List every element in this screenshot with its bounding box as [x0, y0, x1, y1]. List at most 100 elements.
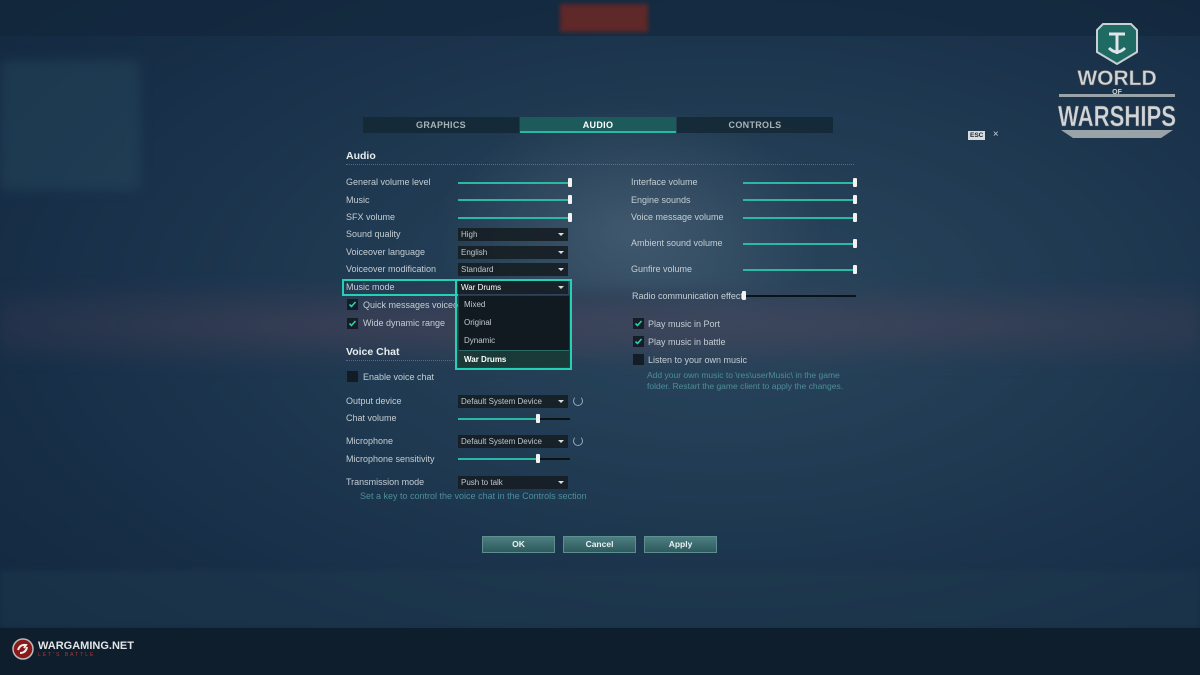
slider-handle[interactable] — [568, 178, 572, 187]
own-music-checkbox[interactable] — [633, 354, 644, 365]
voice-chat-hint: Set a key to control the voice chat in t… — [360, 491, 587, 501]
engine-sounds-slider[interactable] — [743, 195, 857, 204]
checkmark-icon — [348, 320, 357, 327]
audio-heading: Audio — [346, 150, 376, 162]
interface-volume-slider[interactable] — [743, 178, 857, 187]
gunfire-volume-slider[interactable] — [743, 265, 857, 274]
voiceover-modification-label: Voiceover modification — [346, 264, 437, 274]
chevron-down-icon — [558, 268, 564, 271]
engine-sounds-label: Engine sounds — [631, 195, 691, 205]
cancel-button[interactable]: Cancel — [563, 536, 636, 553]
slider-handle[interactable] — [568, 213, 572, 222]
dropdown-value: Standard — [461, 265, 494, 274]
sfx-volume-slider[interactable] — [458, 213, 572, 222]
chevron-down-icon — [558, 251, 564, 254]
mic-sensitivity-slider[interactable] — [458, 454, 570, 463]
music-mode-highlight-label — [342, 279, 458, 296]
slider-handle[interactable] — [535, 454, 540, 463]
own-music-label: Listen to your own music — [648, 355, 748, 365]
wargaming-emblem-icon — [12, 638, 34, 660]
checkmark-icon — [634, 338, 643, 345]
sound-quality-label: Sound quality — [346, 229, 401, 239]
esc-key-label: ESC — [968, 131, 986, 140]
quick-messages-checkbox[interactable] — [347, 299, 358, 310]
radio-effect-label: Radio communication effect — [632, 291, 743, 301]
slider-handle[interactable] — [742, 291, 746, 300]
sfx-volume-label: SFX volume — [346, 212, 396, 222]
play-music-battle-label: Play music in battle — [648, 337, 726, 347]
svg-text:WARSHIPS: WARSHIPS — [1058, 101, 1176, 133]
dropdown-value: Push to talk — [461, 478, 503, 487]
play-music-port-label: Play music in Port — [648, 319, 721, 329]
general-volume-slider[interactable] — [458, 178, 572, 187]
play-music-port-checkbox[interactable] — [633, 318, 644, 329]
voiceover-language-dropdown[interactable]: English — [458, 246, 568, 259]
wargaming-tagline: LET'S BATTLE — [38, 652, 96, 658]
enable-voice-chat-label: Enable voice chat — [363, 372, 435, 382]
voiceover-language-label: Voiceover language — [346, 247, 426, 257]
chevron-down-icon — [558, 233, 564, 236]
ambient-sound-label: Ambient sound volume — [631, 238, 723, 248]
apply-button[interactable]: Apply — [644, 536, 717, 553]
svg-text:WORLD: WORLD — [1077, 67, 1156, 90]
music-slider[interactable] — [458, 195, 572, 204]
chevron-down-icon — [558, 481, 564, 484]
slider-handle[interactable] — [853, 178, 857, 187]
overlay-dim — [0, 0, 1200, 675]
refresh-output-icon[interactable] — [573, 396, 583, 406]
tab-audio[interactable]: AUDIO — [520, 117, 676, 133]
microphone-label: Microphone — [346, 436, 394, 446]
sound-quality-dropdown[interactable]: High — [458, 228, 568, 241]
tab-graphics[interactable]: GRAPHICS — [363, 117, 519, 133]
world-of-warships-logo: WORLD OF WARSHIPS — [1055, 22, 1179, 142]
dropdown-value: High — [461, 230, 478, 239]
chat-volume-label: Chat volume — [346, 413, 397, 423]
dropdown-value: Default System Device — [461, 397, 542, 406]
wide-dynamic-range-label: Wide dynamic range — [363, 318, 446, 328]
dropdown-value: English — [461, 248, 488, 257]
music-mode-highlight-dropdown — [455, 279, 572, 370]
close-icon: × — [992, 129, 999, 140]
play-music-battle-checkbox[interactable] — [633, 336, 644, 347]
music-label: Music — [346, 195, 370, 205]
interface-volume-label: Interface volume — [631, 177, 698, 187]
footer-bar — [0, 628, 1200, 675]
tab-controls[interactable]: CONTROLS — [677, 117, 833, 133]
voiceover-modification-dropdown[interactable]: Standard — [458, 263, 568, 276]
chat-volume-slider[interactable] — [458, 414, 570, 423]
output-device-dropdown[interactable]: Default System Device — [458, 395, 568, 408]
dropdown-value: Default System Device — [461, 437, 542, 446]
refresh-microphone-icon[interactable] — [573, 436, 583, 446]
general-volume-label: General volume level — [346, 177, 431, 187]
mic-sensitivity-label: Microphone sensitivity — [346, 454, 435, 464]
voice-chat-heading: Voice Chat — [346, 346, 400, 358]
slider-handle[interactable] — [853, 239, 857, 248]
transmission-mode-label: Transmission mode — [346, 477, 425, 487]
audio-divider — [346, 164, 854, 165]
enable-voice-chat-checkbox[interactable] — [347, 371, 358, 382]
ambient-sound-slider[interactable] — [743, 239, 857, 248]
microphone-dropdown[interactable]: Default System Device — [458, 435, 568, 448]
radio-effect-slider[interactable] — [742, 291, 856, 300]
chevron-down-icon — [558, 440, 564, 443]
slider-handle[interactable] — [853, 195, 857, 204]
voice-message-volume-label: Voice message volume — [631, 212, 724, 222]
esc-close-button[interactable]: ESC × — [968, 124, 999, 142]
output-device-label: Output device — [346, 396, 402, 406]
ok-button[interactable]: OK — [482, 536, 555, 553]
slider-handle[interactable] — [568, 195, 572, 204]
wargaming-name: WARGAMING.NET — [38, 640, 134, 652]
chevron-down-icon — [558, 400, 564, 403]
voice-chat-divider — [346, 360, 456, 361]
transmission-mode-dropdown[interactable]: Push to talk — [458, 476, 568, 489]
checkmark-icon — [634, 320, 643, 327]
checkmark-icon — [348, 301, 357, 308]
wide-dynamic-range-checkbox[interactable] — [347, 318, 358, 329]
voice-message-volume-slider[interactable] — [743, 213, 857, 222]
slider-handle[interactable] — [853, 213, 857, 222]
slider-handle[interactable] — [853, 265, 857, 274]
slider-handle[interactable] — [535, 414, 540, 423]
gunfire-volume-label: Gunfire volume — [631, 264, 693, 274]
wargaming-logo: WARGAMING.NET LET'S BATTLE — [12, 638, 134, 660]
own-music-hint: Add your own music to \res\userMusic\ in… — [647, 370, 844, 391]
